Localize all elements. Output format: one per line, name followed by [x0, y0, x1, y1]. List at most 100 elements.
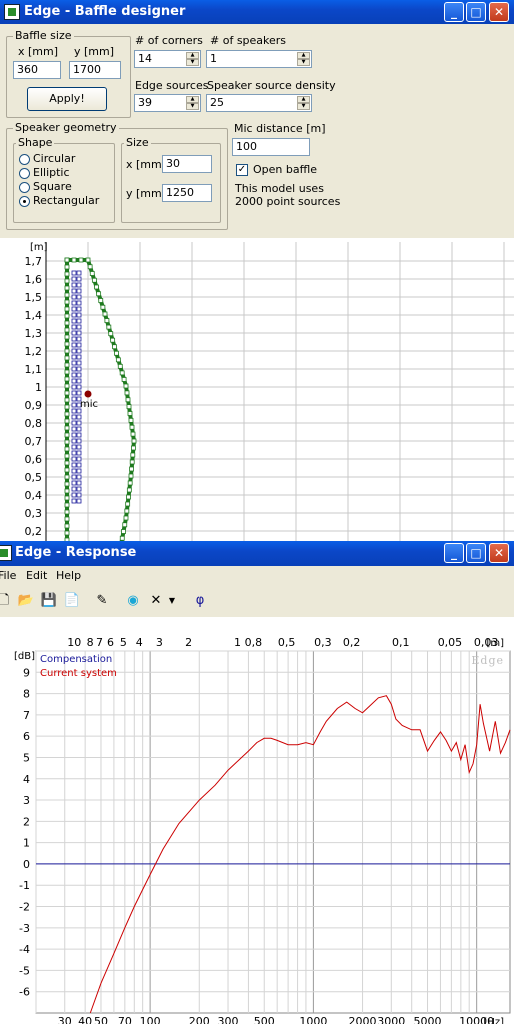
- edge-source-point: [96, 291, 102, 297]
- response-plot-frame: [35, 650, 511, 1014]
- speaker-source-point: [71, 324, 77, 330]
- close-button[interactable]: ✕: [489, 2, 509, 22]
- mic-label: mic: [80, 399, 98, 410]
- open-icon[interactable]: 📂: [16, 591, 36, 611]
- edge-source-point: [94, 284, 99, 290]
- response-chart[interactable]: 9876543210-1-2-3-4-5-6[dB]30 40 50 70 100 200…: [0, 617, 514, 1024]
- speaker-source-point: [71, 336, 77, 342]
- speaker-source-point: [76, 474, 82, 480]
- edge-source-point: [64, 453, 70, 459]
- response-plot-area[interactable]: 9 8 7 6 5 4 3 2 1 0 -1 -2 -3 -4 -5 -6 [dB] 30 40 50 70 100 200…: [0, 617, 514, 1024]
- response-top-tick-label: 6: [107, 636, 114, 649]
- speaker-source-point: [76, 492, 82, 498]
- edge-source-point: [98, 298, 104, 303]
- edge-source-point: [126, 494, 131, 500]
- menu-edit[interactable]: Edit: [26, 569, 47, 582]
- edge-source-point: [64, 460, 70, 466]
- baffle-y-input[interactable]: 1700: [69, 61, 121, 79]
- speaker-source-point: [76, 282, 82, 288]
- edge-source-point: [123, 383, 129, 389]
- response-window: Edge - Response _ □ ✕ File Edit Help 🗋 📂…: [0, 541, 514, 1024]
- shape-square-label: Square: [33, 180, 72, 193]
- speaker-source-point: [71, 426, 77, 432]
- phi-icon[interactable]: φ: [190, 591, 210, 611]
- edge-source-point: [64, 474, 70, 480]
- speaker-source-point: [76, 366, 82, 372]
- speakers-value: 1: [210, 52, 217, 65]
- edge-source-point: [64, 509, 70, 515]
- open-baffle-label: Open baffle: [253, 163, 318, 176]
- size-x-input[interactable]: 30: [162, 155, 212, 173]
- speaker-source-point: [71, 498, 77, 504]
- size-legend: Size: [124, 136, 151, 149]
- edge-source-point: [112, 344, 117, 350]
- response-x-tick-label: 100: [140, 1015, 161, 1024]
- response-minimize-button[interactable]: _: [444, 543, 464, 563]
- speaker-source-point: [71, 408, 77, 414]
- mic-distance-input[interactable]: 100: [232, 138, 310, 156]
- response-y-tick-label: -5: [19, 964, 30, 977]
- edge-source-point: [64, 516, 70, 522]
- apply-button[interactable]: Apply!: [27, 87, 107, 111]
- response-close-button[interactable]: ✕: [489, 543, 509, 563]
- edge-source-point: [64, 369, 70, 375]
- speaker-icon[interactable]: ◉: [123, 591, 143, 611]
- source-density-spinner[interactable]: 25 ▲ ▼: [206, 94, 312, 112]
- source-density-spin-arrows[interactable]: ▲ ▼: [297, 96, 310, 110]
- edge-sources-spin-arrows[interactable]: ▲ ▼: [186, 96, 199, 110]
- radio-square[interactable]: [19, 182, 30, 193]
- minimize-button[interactable]: _: [444, 2, 464, 22]
- dropdown-icon[interactable]: ▼: [166, 591, 178, 611]
- baffle-x-label: x [mm]: [18, 45, 59, 58]
- edge-source-point: [121, 529, 126, 534]
- pen-icon[interactable]: ✎: [92, 591, 112, 611]
- edge-sources-spinner[interactable]: 39 ▲ ▼: [134, 94, 201, 112]
- edge-source-point: [64, 390, 70, 396]
- speaker-source-point: [76, 348, 82, 354]
- size-y-label: y [mm]: [126, 187, 167, 200]
- speaker-source-point: [76, 270, 82, 276]
- speaker-source-point: [76, 420, 82, 426]
- open-baffle-checkbox[interactable]: ✓: [236, 164, 248, 176]
- edge-source-point: [128, 473, 134, 479]
- response-y-tick-label: 9: [23, 666, 30, 679]
- baffle-y-tick-label: 0,9: [25, 399, 43, 412]
- maximize-button[interactable]: □: [466, 2, 486, 22]
- corners-spin-arrows[interactable]: ▲ ▼: [186, 52, 199, 66]
- edge-source-point: [124, 390, 130, 396]
- radio-circular[interactable]: [19, 154, 30, 165]
- speaker-source-point: [71, 312, 77, 318]
- new-icon[interactable]: 🗋: [0, 591, 14, 611]
- radio-rectangular[interactable]: [19, 196, 30, 207]
- speaker-source-point: [71, 330, 77, 336]
- menu-bar: File Edit Help: [0, 568, 514, 584]
- response-x-unit: [Hz]: [483, 1017, 504, 1024]
- baffle-size-legend: Baffle size: [13, 29, 74, 42]
- edge-source-point: [64, 439, 70, 445]
- response-maximize-button[interactable]: □: [466, 543, 486, 563]
- menu-help[interactable]: Help: [56, 569, 81, 582]
- baffle-plot-area[interactable]: 1,7 1,6 1,5 1,4 1,3 1,2 1,1 1 0,9 0,8 0,7 0,6 0,5 0,4…: [0, 238, 514, 545]
- edge-source-point: [129, 424, 135, 430]
- size-y-input[interactable]: 1250: [162, 184, 212, 202]
- speakers-spinner[interactable]: 1 ▲ ▼: [206, 50, 312, 68]
- speakers-spin-arrows[interactable]: ▲ ▼: [297, 52, 310, 66]
- speaker-source-point: [76, 462, 82, 468]
- edge-source-point: [91, 277, 97, 283]
- speaker-source-point: [71, 294, 77, 300]
- response-y-tick-label: 8: [23, 688, 30, 701]
- baffle-x-input[interactable]: 360: [13, 61, 61, 79]
- save-icon[interactable]: 💾: [39, 591, 59, 611]
- edge-source-point: [64, 418, 70, 424]
- corners-spinner[interactable]: 14 ▲ ▼: [134, 50, 201, 68]
- copy-icon[interactable]: 📄: [62, 591, 82, 611]
- delete-icon[interactable]: ✕: [146, 591, 166, 611]
- edge-source-point: [64, 320, 70, 326]
- response-titlebar[interactable]: Edge - Response _ □ ✕: [0, 541, 514, 566]
- menu-file[interactable]: File: [0, 569, 16, 582]
- edge-source-point: [64, 362, 70, 368]
- baffle-plot[interactable]: 1,7 1,6 1,5 1,4 1,3 1,2 1,1 1 0,9 0,8 0,7 0,6 0,5 0,4…: [0, 238, 514, 545]
- edge-source-point: [64, 404, 70, 410]
- radio-elliptic[interactable]: [19, 168, 30, 179]
- baffle-titlebar[interactable]: Edge - Baffle designer _ □ ✕: [0, 0, 514, 24]
